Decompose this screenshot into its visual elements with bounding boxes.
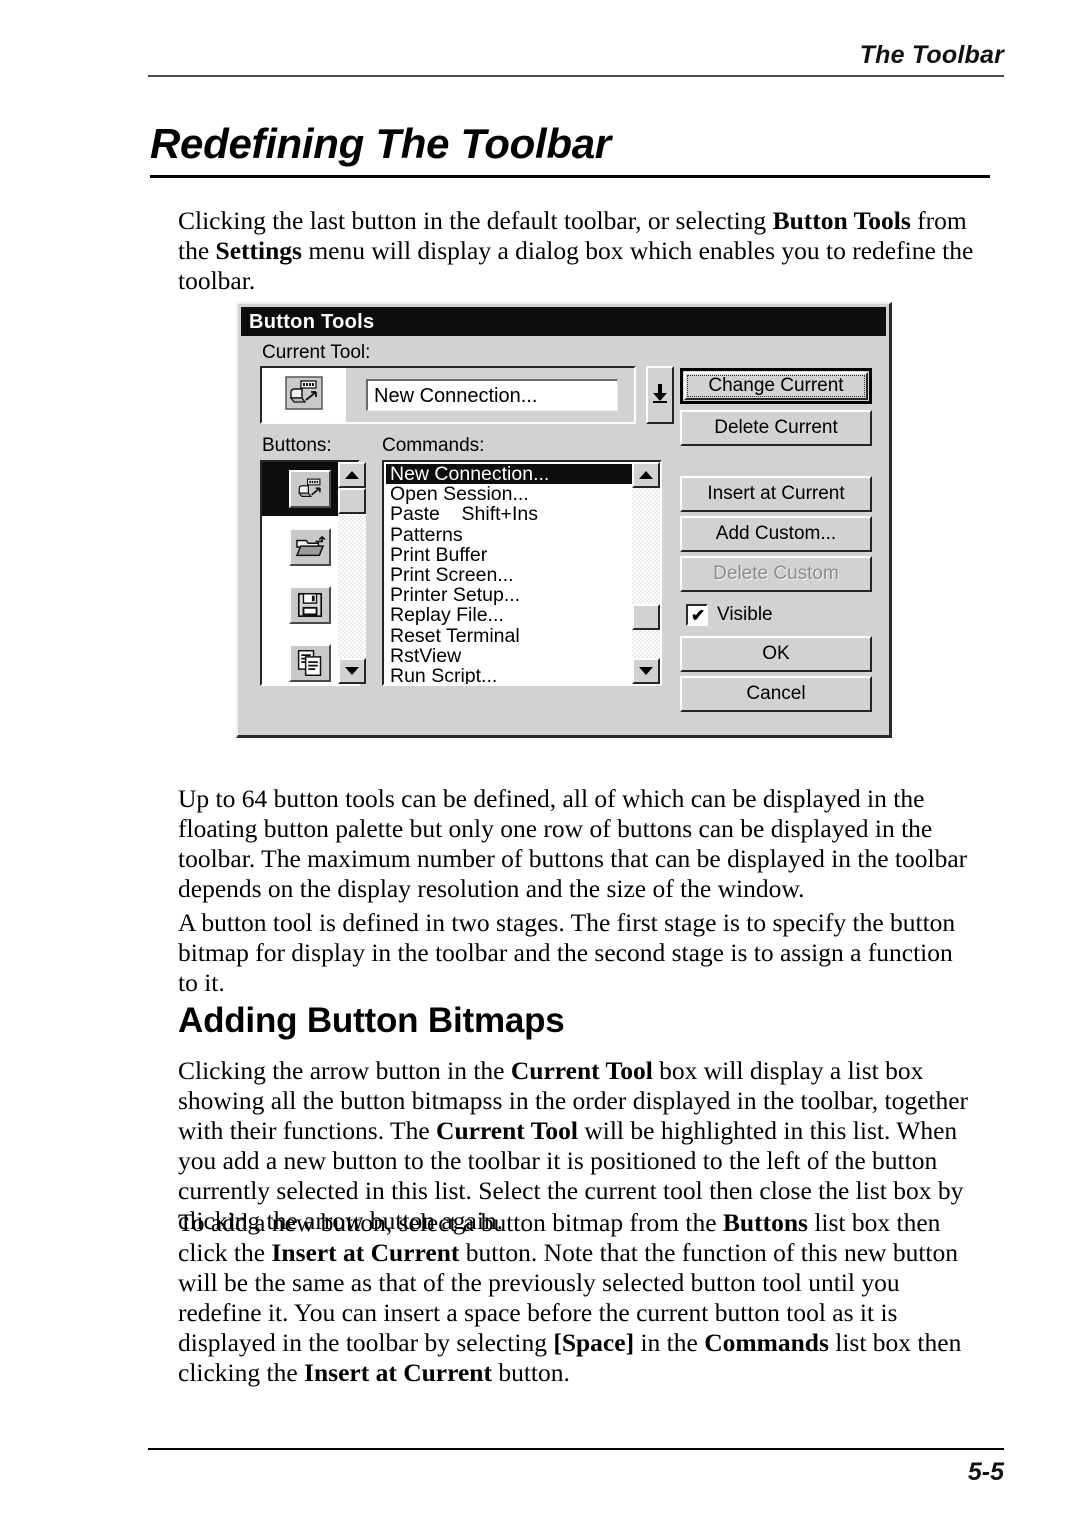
title-rule xyxy=(150,175,990,178)
footer-rule xyxy=(148,1448,1004,1450)
insert-at-current-label: Insert at Current xyxy=(707,483,845,504)
delete-current-button[interactable]: Delete Current xyxy=(680,410,872,446)
ok-button[interactable]: OK xyxy=(680,636,872,672)
add-bold-commands: Commands xyxy=(704,1328,829,1357)
buttons-list-label: Buttons: xyxy=(262,435,332,456)
commands-list-item[interactable]: Run Script... xyxy=(386,666,632,684)
arrow-bold-current-tool-2: Current Tool xyxy=(436,1116,578,1145)
running-head: The Toolbar xyxy=(859,41,1004,69)
add-bold-space: [Space] xyxy=(553,1328,635,1357)
intro-paragraph-block: Clicking the last button in the default … xyxy=(178,206,978,296)
commands-scroll-thumb[interactable] xyxy=(632,604,660,630)
intro-bold-button-tools: Button Tools xyxy=(772,206,911,235)
intro-bold-settings: Settings xyxy=(215,236,302,265)
button-tools-dialog: Button Tools Current Tool: New Connectio… xyxy=(236,302,892,738)
page-footer: 5-5 xyxy=(148,1448,1004,1486)
paragraph-two-stages-block: A button tool is defined in two stages. … xyxy=(178,908,978,998)
buttons-scrollbar[interactable] xyxy=(338,462,366,684)
commands-list-item[interactable]: New Connection... xyxy=(386,464,632,484)
arrow-text-1: Clicking the arrow button in the xyxy=(178,1056,511,1085)
current-tool-spinner-button[interactable] xyxy=(646,366,674,424)
new-connection-icon xyxy=(285,375,323,415)
dialog-titlebar: Button Tools xyxy=(241,307,886,336)
visible-checkbox-row[interactable]: ✔ Visible xyxy=(686,604,773,626)
commands-list-item[interactable]: Print Buffer xyxy=(386,545,632,565)
triangle-down-icon xyxy=(639,667,653,675)
ok-label: OK xyxy=(762,643,790,664)
change-current-label: Change Current xyxy=(708,375,844,396)
buttons-scroll-down-button[interactable] xyxy=(338,658,366,684)
header-rule xyxy=(148,75,1004,77)
commands-list-item[interactable]: RstView xyxy=(386,645,632,665)
page-title-block: Redefining The Toolbar xyxy=(150,119,990,178)
visible-label: Visible xyxy=(717,604,773,625)
commands-scrollbar[interactable] xyxy=(632,462,660,684)
current-tool-icon-cell xyxy=(262,368,346,422)
dialog-title: Button Tools xyxy=(249,311,375,333)
change-current-button[interactable]: Change Current xyxy=(680,368,872,404)
page-title: Redefining The Toolbar xyxy=(150,120,611,167)
page-header: The Toolbar xyxy=(148,40,1004,77)
add-custom-label: Add Custom... xyxy=(715,523,837,544)
arrow-down-icon xyxy=(652,383,668,408)
add-text-1: To add a new button, select a button bit… xyxy=(178,1208,723,1237)
commands-list-item[interactable]: Print Screen... xyxy=(386,565,632,585)
copy-documents-icon xyxy=(289,644,331,682)
cancel-button[interactable]: Cancel xyxy=(680,676,872,712)
intro-text-1: Clicking the last button in the default … xyxy=(178,206,773,235)
open-folder-icon xyxy=(289,528,331,566)
current-tool-field[interactable]: New Connection... xyxy=(366,379,618,411)
triangle-up-icon xyxy=(639,471,653,479)
intro-paragraph: Clicking the last button in the default … xyxy=(178,206,978,296)
commands-list-item[interactable]: Paste Shift+Ins xyxy=(386,504,632,524)
delete-current-label: Delete Current xyxy=(714,417,838,438)
add-bold-insert-1: Insert at Current xyxy=(271,1238,460,1267)
new-connection-icon xyxy=(289,470,331,508)
current-tool-label: Current Tool: xyxy=(262,342,371,363)
commands-list-item[interactable]: Printer Setup... xyxy=(386,585,632,605)
delete-custom-button[interactable]: Delete Custom xyxy=(680,556,872,592)
floppy-save-icon xyxy=(289,586,331,624)
check-icon: ✔ xyxy=(691,606,706,625)
section-heading: Adding Button Bitmaps xyxy=(178,1001,565,1040)
commands-list-item[interactable]: Replay File... xyxy=(386,605,632,625)
commands-list-item[interactable]: Patterns xyxy=(386,524,632,544)
visible-checkbox[interactable]: ✔ xyxy=(686,604,708,626)
commands-list-label: Commands: xyxy=(382,435,485,456)
page-number: 5-5 xyxy=(967,1458,1004,1486)
commands-list-item[interactable]: Open Session... xyxy=(386,484,632,504)
add-text-6: button. xyxy=(491,1358,570,1387)
paragraph-add-button: To add a new button, select a button bit… xyxy=(178,1208,978,1388)
paragraph-two-stages: A button tool is defined in two stages. … xyxy=(178,908,956,997)
add-text-4: in the xyxy=(634,1328,705,1357)
current-tool-box: New Connection... xyxy=(260,366,636,424)
add-bold-insert-2: Insert at Current xyxy=(304,1358,492,1387)
commands-listbox[interactable]: New Connection... Open Session... Paste Sh… xyxy=(382,460,662,686)
commands-scroll-up-button[interactable] xyxy=(632,462,660,488)
paragraph-add-button-block: To add a new button, select a button bit… xyxy=(178,1208,978,1388)
commands-scroll-down-button[interactable] xyxy=(632,658,660,684)
paragraph-after-figure: Up to 64 button tools can be defined, al… xyxy=(178,784,968,903)
triangle-up-icon xyxy=(345,471,359,479)
arrow-bold-current-tool-1: Current Tool xyxy=(510,1056,653,1085)
insert-at-current-button[interactable]: Insert at Current xyxy=(680,476,872,512)
buttons-scroll-up-button[interactable] xyxy=(338,462,366,488)
add-custom-button[interactable]: Add Custom... xyxy=(680,516,872,552)
current-tool-value: New Connection... xyxy=(374,384,538,407)
commands-list-item[interactable]: Reset Terminal xyxy=(386,625,632,645)
cancel-label: Cancel xyxy=(746,683,806,704)
add-bold-buttons: Buttons xyxy=(722,1208,808,1237)
commands-items: New Connection... Open Session... Paste Sh… xyxy=(386,464,632,684)
paragraph-after-figure-block: Up to 64 button tools can be defined, al… xyxy=(178,784,978,904)
delete-custom-label: Delete Custom xyxy=(713,563,839,584)
buttons-scroll-thumb[interactable] xyxy=(338,488,366,514)
triangle-down-icon xyxy=(345,667,359,675)
